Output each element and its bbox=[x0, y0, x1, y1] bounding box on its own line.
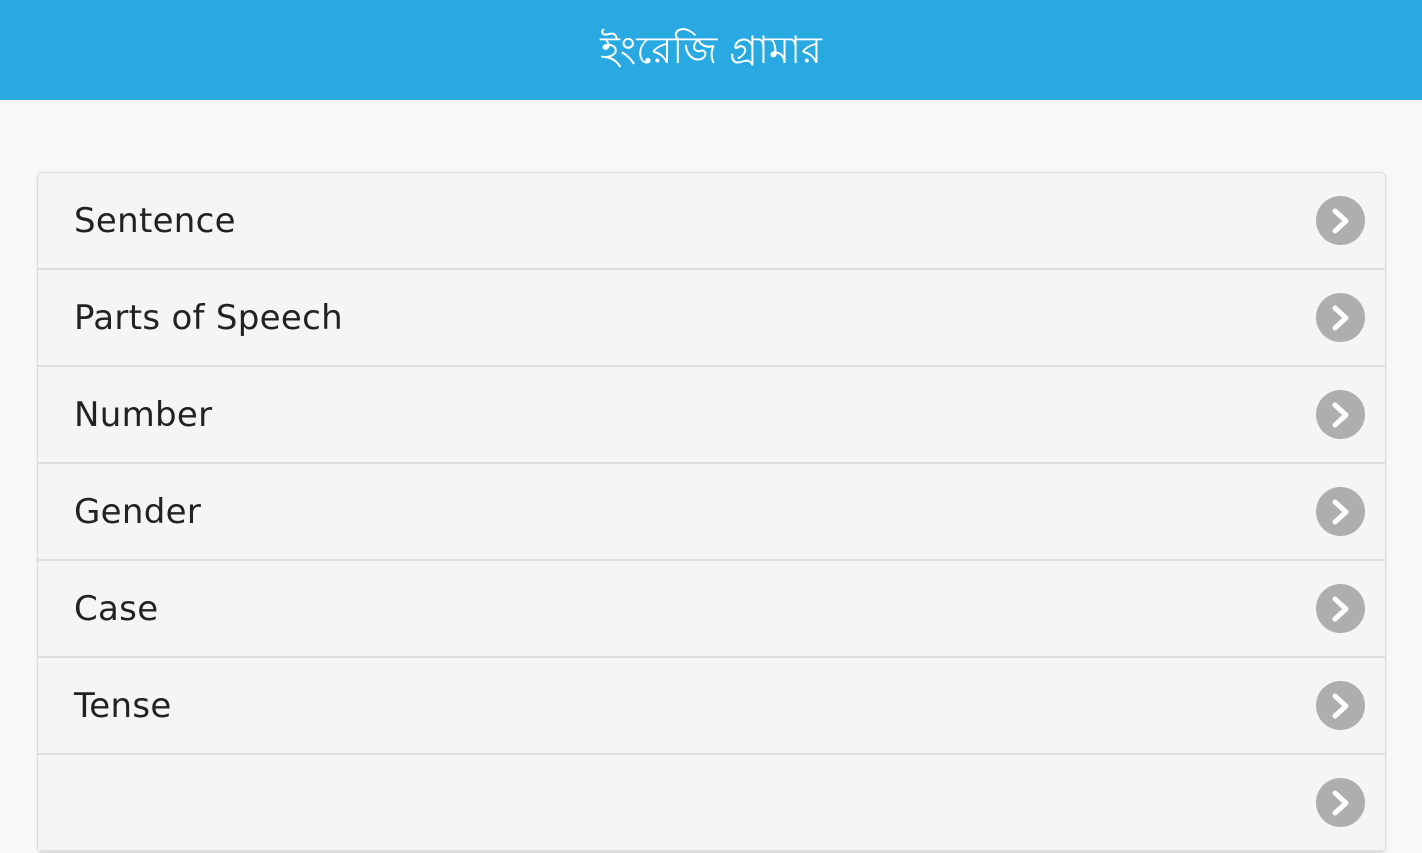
content-area: Sentence Parts of Speech Number Gender C bbox=[0, 100, 1422, 853]
list-item-tense[interactable]: Tense bbox=[38, 658, 1385, 755]
chevron-right-icon bbox=[1316, 778, 1365, 827]
list-item-sentence[interactable]: Sentence bbox=[38, 173, 1385, 270]
chevron-right-icon bbox=[1316, 390, 1365, 439]
chevron-right-icon bbox=[1316, 681, 1365, 730]
app-title: ইংরেজি গ্রামার bbox=[600, 28, 822, 72]
list-item-label: Parts of Speech bbox=[74, 297, 343, 338]
chevron-right-icon bbox=[1316, 293, 1365, 342]
list-item-label: Number bbox=[74, 394, 213, 435]
list-item-label: Sentence bbox=[74, 200, 236, 241]
list-item-label: Case bbox=[74, 588, 159, 629]
chevron-right-icon bbox=[1316, 584, 1365, 633]
list-item-number[interactable]: Number bbox=[38, 367, 1385, 464]
list-item-parts-of-speech[interactable]: Parts of Speech bbox=[38, 270, 1385, 367]
list-item-case[interactable]: Case bbox=[38, 561, 1385, 658]
list-item-label: Tense bbox=[74, 685, 172, 726]
chevron-right-icon bbox=[1316, 196, 1365, 245]
list-item-gender[interactable]: Gender bbox=[38, 464, 1385, 561]
app-header: ইংরেজি গ্রামার bbox=[0, 0, 1422, 100]
topic-list: Sentence Parts of Speech Number Gender C bbox=[37, 172, 1386, 853]
list-item-partial[interactable] bbox=[38, 755, 1385, 852]
chevron-right-icon bbox=[1316, 487, 1365, 536]
list-item-label: Gender bbox=[74, 491, 202, 532]
